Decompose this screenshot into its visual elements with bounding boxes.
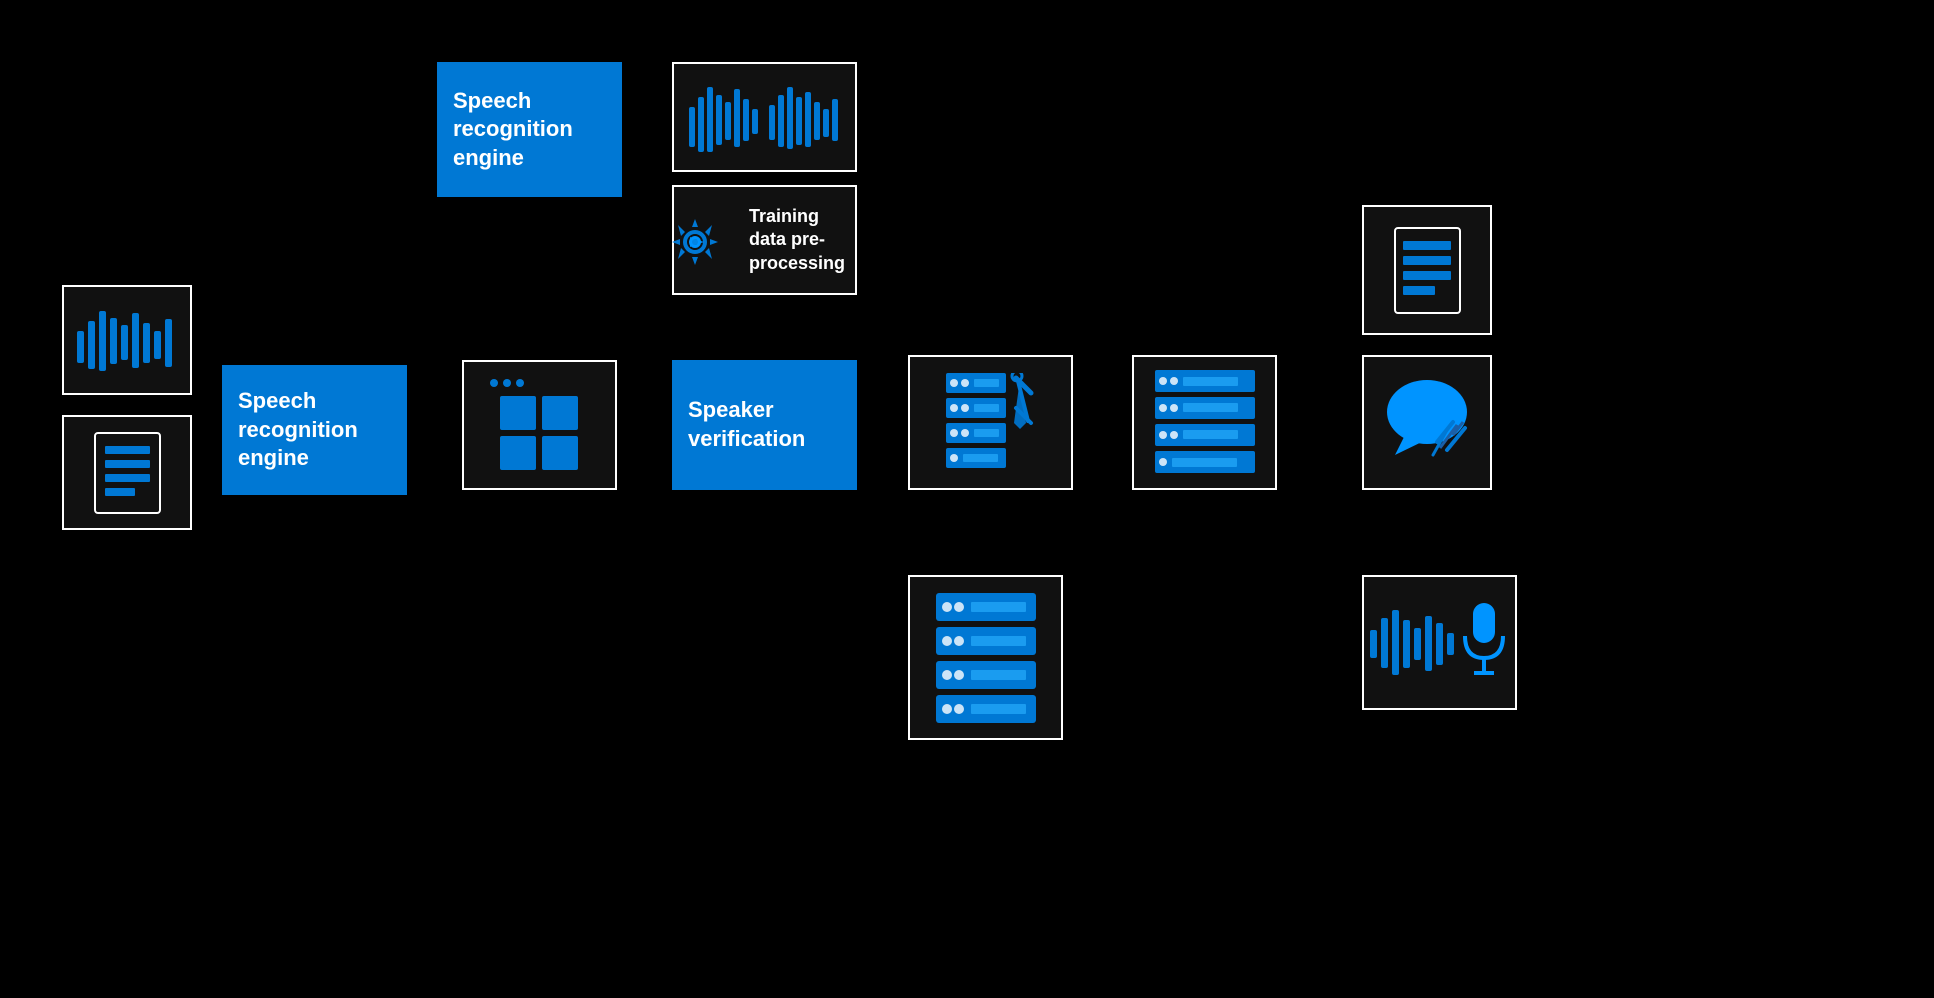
speaker-verification-label: Speaker verification (672, 386, 857, 463)
chat-right-icon (1375, 370, 1480, 475)
training-gear-icon (668, 215, 723, 270)
server-bottom-card (908, 575, 1063, 740)
speech-recognition-engine-top-label: Speech recognition engine (437, 77, 622, 183)
waveform-top-right-icon (687, 77, 842, 157)
windows-grid-icon (500, 396, 580, 471)
server-tools-icon (946, 373, 1036, 473)
chat-right-card (1362, 355, 1492, 490)
waveform-left-top-card (62, 285, 192, 395)
doc-top-right-card (1362, 205, 1492, 335)
server-right-card (1132, 355, 1277, 490)
server-bottom-icon (931, 593, 1041, 723)
speech-recognition-engine-top-card: Speech recognition engine (437, 62, 622, 197)
speaker-verification-card: Speaker verification (672, 360, 857, 490)
training-data-card: Training data pre-processing (672, 185, 857, 295)
speech-mic-icon (1370, 598, 1510, 688)
doc-left-icon (90, 428, 165, 518)
server-right-icon (1155, 370, 1255, 475)
server-tools-card (908, 355, 1073, 490)
training-data-label: Training data pre-processing (733, 195, 861, 285)
doc-left-card (62, 415, 192, 530)
speech-recognition-engine-mid-card: Speech recognition engine (222, 365, 407, 495)
speech-mic-card (1362, 575, 1517, 710)
waveform-left-top-icon (77, 303, 177, 378)
waveform-top-right-card (672, 62, 857, 172)
speech-recognition-engine-mid-label: Speech recognition engine (222, 377, 407, 483)
windows-app-card (462, 360, 617, 490)
doc-top-right-icon (1390, 223, 1465, 318)
